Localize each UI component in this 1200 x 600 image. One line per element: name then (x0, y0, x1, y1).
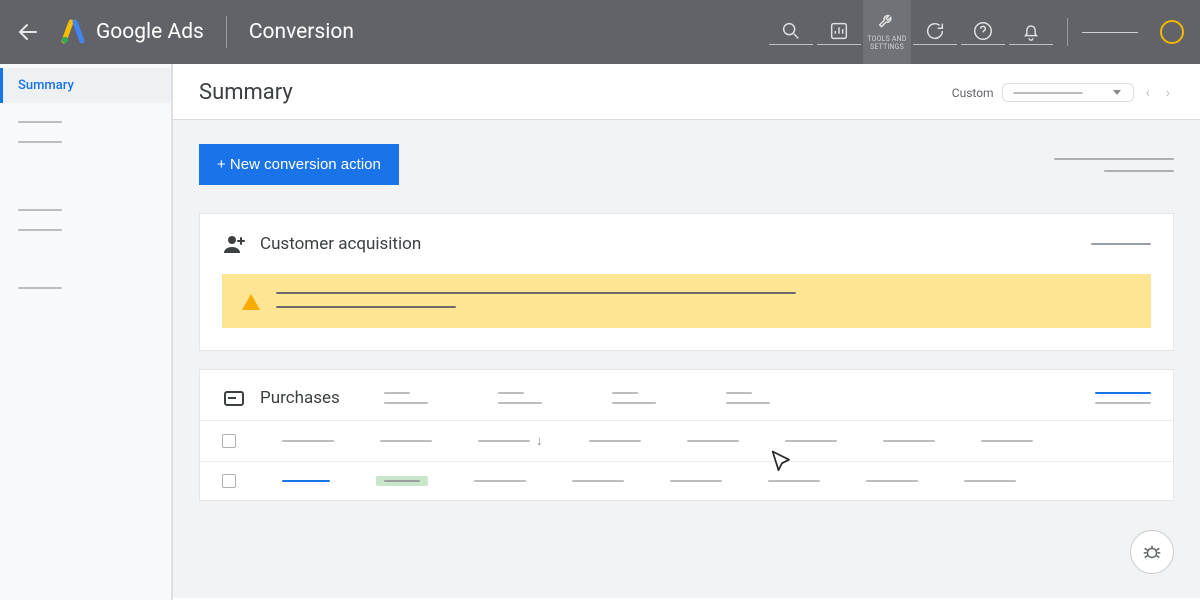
select-all-checkbox[interactable] (222, 434, 236, 448)
add-user-icon (222, 232, 246, 256)
google-ads-logo-icon (60, 19, 86, 45)
date-range-select[interactable] (1002, 83, 1134, 102)
brand-name: Google Ads (96, 20, 204, 44)
card-title: Customer acquisition (260, 234, 421, 254)
card-title: Purchases (260, 388, 340, 408)
card-sub-link[interactable] (1095, 402, 1151, 404)
sidebar-item-placeholder[interactable] (18, 141, 62, 143)
column-header[interactable] (785, 440, 837, 442)
credit-card-icon (222, 386, 246, 410)
main-panel: Summary Custom ‹ › + New conversion acti… (172, 64, 1200, 600)
customer-acquisition-card: Customer acquisition (199, 213, 1174, 351)
cell-link[interactable] (282, 480, 330, 482)
app-header: Google Ads Conversion TOOLS AND SETTINGS (0, 0, 1200, 64)
column-header[interactable] (687, 440, 739, 442)
cell (768, 480, 820, 482)
sidebar-item-placeholder[interactable] (18, 209, 62, 211)
column-header[interactable] (282, 440, 334, 442)
summary-meta-placeholder (1054, 158, 1174, 172)
next-period-icon[interactable]: › (1162, 85, 1174, 101)
card-link[interactable] (1095, 392, 1151, 394)
account-placeholder[interactable] (1082, 32, 1138, 33)
notifications-icon[interactable] (1007, 0, 1055, 64)
cell (572, 480, 624, 482)
help-icon[interactable] (959, 0, 1007, 64)
column-header[interactable] (981, 440, 1033, 442)
purchases-metrics (384, 392, 770, 404)
reports-icon[interactable] (815, 0, 863, 64)
sidebar: Summary (0, 64, 172, 600)
chevron-down-icon (1111, 90, 1123, 95)
warning-text-line (276, 306, 456, 308)
purchases-card: Purchases ↓ (199, 369, 1174, 501)
column-header[interactable] (589, 440, 641, 442)
column-header-sorted[interactable]: ↓ (478, 433, 543, 449)
table-header-row: ↓ (200, 420, 1173, 461)
sidebar-item-placeholder[interactable] (18, 229, 62, 231)
warning-banner (222, 274, 1151, 328)
cell (866, 480, 918, 482)
header-divider (226, 16, 227, 48)
column-header[interactable] (380, 440, 432, 442)
card-action-link[interactable] (1091, 243, 1151, 245)
date-range-label: Custom (952, 86, 994, 100)
brand-logo: Google Ads (60, 19, 204, 45)
refresh-icon[interactable] (911, 0, 959, 64)
bug-icon (1141, 541, 1163, 563)
header-toolbar: TOOLS AND SETTINGS (767, 0, 1184, 64)
sort-arrow-icon: ↓ (536, 433, 543, 449)
warning-text-line (276, 292, 796, 294)
column-header[interactable] (883, 440, 935, 442)
warning-icon (242, 294, 260, 310)
sidebar-item-placeholder[interactable] (18, 287, 62, 289)
cell-status (376, 476, 428, 486)
cell (474, 480, 526, 482)
page-title: Summary (199, 80, 293, 105)
back-arrow-icon[interactable] (16, 20, 40, 44)
tools-settings-label: TOOLS AND SETTINGS (863, 36, 911, 51)
table-row[interactable] (200, 461, 1173, 500)
cell (964, 480, 1016, 482)
date-range-controls: Custom ‹ › (952, 83, 1174, 102)
header-section-title: Conversion (249, 20, 354, 44)
prev-period-icon[interactable]: ‹ (1142, 85, 1154, 101)
cell (670, 480, 722, 482)
new-conversion-action-button[interactable]: + New conversion action (199, 144, 399, 185)
row-checkbox[interactable] (222, 474, 236, 488)
tools-settings-icon[interactable]: TOOLS AND SETTINGS (863, 0, 911, 64)
feedback-fab[interactable] (1130, 530, 1174, 574)
search-icon[interactable] (767, 0, 815, 64)
header-divider (1067, 18, 1068, 46)
sidebar-item-summary[interactable]: Summary (0, 68, 171, 103)
avatar[interactable] (1160, 20, 1184, 44)
sidebar-item-placeholder[interactable] (18, 121, 62, 123)
